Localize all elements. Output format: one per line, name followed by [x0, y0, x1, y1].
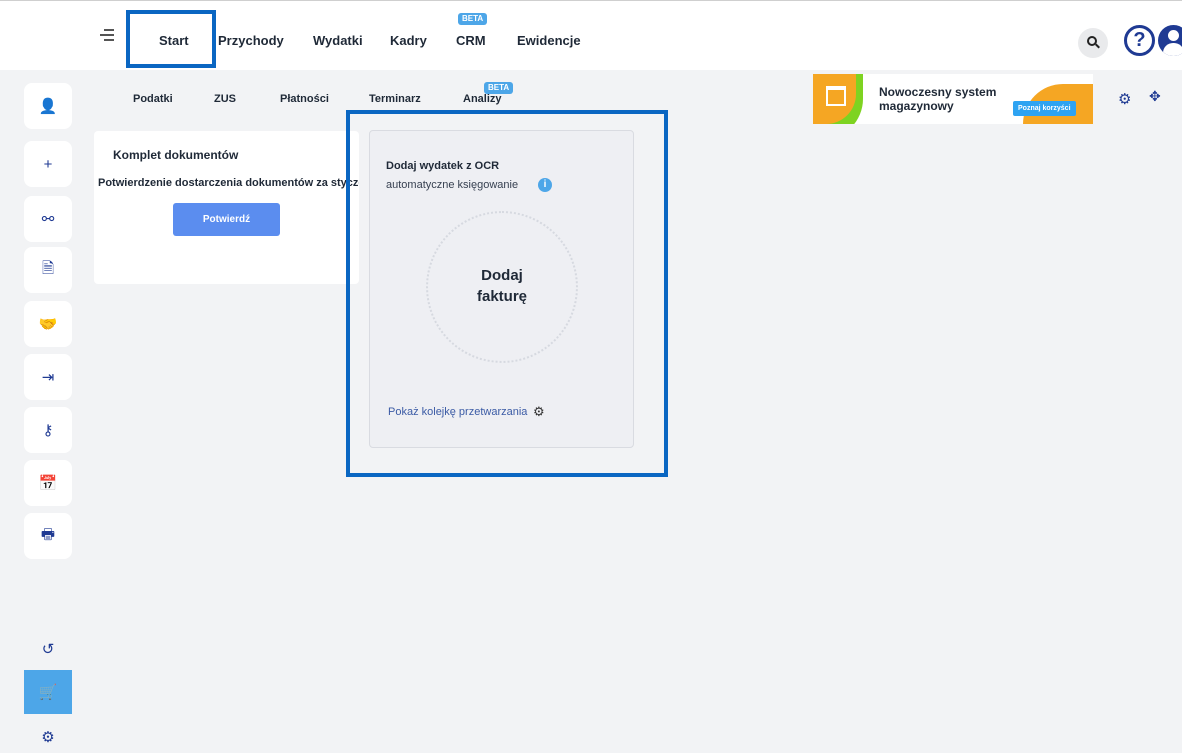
sidebar-settings[interactable]: ⚙: [24, 714, 72, 753]
subnav-terminarz[interactable]: Terminarz: [369, 93, 421, 105]
settings-icon[interactable]: ⚙: [1118, 90, 1131, 108]
history-icon: ↺: [41, 641, 55, 658]
sidebar-contracts[interactable]: 🤝: [24, 301, 72, 347]
ad-banner[interactable]: Nowoczesny system magazynowy Poznaj korz…: [813, 74, 1093, 124]
add-invoice-label: Dodaj fakturę: [428, 265, 576, 307]
sidebar-documents[interactable]: 🗎: [24, 247, 72, 293]
document-icon: 🗎: [41, 259, 55, 277]
info-icon[interactable]: i: [538, 178, 552, 192]
sidebar-print[interactable]: 🖶: [24, 513, 72, 559]
cart-icon: 🛒: [38, 684, 58, 701]
sidebar-cart[interactable]: 🛒: [24, 670, 72, 714]
nav-wydatki[interactable]: Wydatki: [313, 33, 363, 48]
ocr-card-subtitle: automatyczne księgowanie: [386, 179, 519, 191]
user-edit-icon: 👤: [38, 98, 58, 115]
handshake-icon: 🤝: [38, 316, 58, 333]
sidebar-employees[interactable]: ⚷: [24, 407, 72, 453]
sidebar: 👤 + ⚯ 🗎 🤝 ⇥ ⚷ 📅 🖶 ↺ 🛒 ⚙: [0, 70, 80, 753]
add-invoice-label-line1: Dodaj: [481, 267, 523, 284]
sidebar-history[interactable]: ↺: [24, 626, 72, 672]
move-icon[interactable]: ✥: [1149, 88, 1161, 105]
documents-card: Komplet dokumentów Potwierdzenie dostarc…: [94, 131, 359, 284]
sidebar-add[interactable]: +: [24, 141, 72, 187]
sidebar-filters[interactable]: ⚯: [24, 196, 72, 242]
documents-card-title: Komplet dokumentów: [113, 148, 239, 162]
settings-icon: ⚙: [41, 729, 55, 746]
print-icon: 🖶: [40, 525, 56, 543]
warehouse-icon: [826, 86, 846, 106]
nav-crm[interactable]: CRM: [456, 33, 486, 48]
confirm-button[interactable]: Potwierdź: [173, 203, 280, 236]
import-icon: ⇥: [41, 369, 55, 386]
ad-title: Nowoczesny system magazynowy: [879, 85, 997, 113]
documents-card-description: Potwierdzenie dostarczenia dokumentów za…: [98, 177, 359, 189]
queue-settings-icon[interactable]: ⚙: [533, 404, 545, 420]
sidebar-calendar[interactable]: 📅: [24, 460, 72, 506]
ocr-card-title: Dodaj wydatek z OCR: [386, 160, 500, 172]
nav-kadry[interactable]: Kadry: [390, 33, 427, 48]
menu-collapse-icon[interactable]: [100, 29, 114, 43]
analizy-beta-badge: BETA: [484, 82, 514, 94]
ad-cta-button[interactable]: Poznaj korzyści: [1013, 101, 1076, 116]
sliders-icon: ⚯: [41, 211, 55, 228]
sidebar-import[interactable]: ⇥: [24, 354, 72, 400]
subnav-zus[interactable]: ZUS: [214, 93, 236, 105]
search-icon[interactable]: [1078, 28, 1108, 58]
ocr-card: Dodaj wydatek z OCR automatyczne księgow…: [369, 130, 634, 448]
calendar-add-icon: 📅: [38, 475, 58, 492]
show-queue-link[interactable]: Pokaż kolejkę przetwarzania: [388, 406, 527, 418]
nav-ewidencje[interactable]: Ewidencje: [517, 33, 581, 48]
plus-icon: +: [43, 155, 53, 173]
person-key-icon: ⚷: [42, 422, 54, 439]
nav-przychody[interactable]: Przychody: [218, 33, 284, 48]
sidebar-user-edit[interactable]: 👤: [24, 83, 72, 129]
help-icon[interactable]: ?: [1124, 25, 1155, 56]
crm-beta-badge: BETA: [458, 13, 488, 25]
user-avatar-icon[interactable]: [1158, 25, 1182, 56]
subnav-analizy[interactable]: Analizy: [463, 93, 502, 105]
start-highlight-frame: [126, 10, 216, 68]
add-invoice-label-line2: fakturę: [476, 288, 528, 305]
add-invoice-dropzone[interactable]: Dodaj fakturę: [426, 211, 578, 363]
subnav-podatki[interactable]: Podatki: [133, 93, 173, 105]
subnav-platnosci[interactable]: Płatności: [280, 93, 329, 105]
